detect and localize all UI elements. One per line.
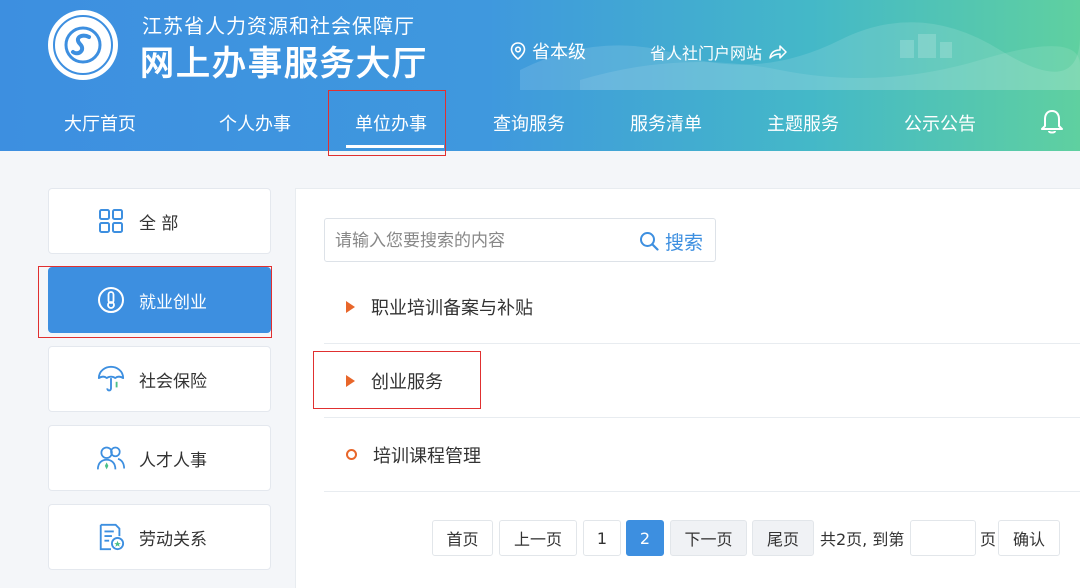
org-title: 网上办事服务大厅 — [140, 44, 428, 84]
search-button-label: 搜索 — [664, 231, 703, 254]
search-box: 搜索 — [324, 218, 716, 262]
search-icon — [639, 232, 659, 251]
sidebar-item-label: 社会保险 — [139, 371, 207, 392]
grid-icon — [97, 207, 125, 235]
pagination-summary: 共2页, 到第 — [820, 530, 905, 549]
sidebar-item-labor[interactable]: 劳动关系 — [48, 504, 271, 570]
landscape-decoration — [520, 22, 1080, 90]
sidebar-item-label: 全 部 — [139, 213, 179, 234]
sidebar-item-social-insurance[interactable]: 社会保险 — [48, 346, 271, 412]
nav-notice[interactable]: 公示公告 — [880, 95, 1000, 151]
page-button[interactable]: 1 — [583, 520, 621, 556]
location-pin-icon — [510, 42, 526, 60]
nav-service-list[interactable]: 服务清单 — [606, 95, 726, 151]
highlight-nav-unit — [328, 90, 446, 156]
share-arrow-icon — [769, 45, 787, 59]
nav-home[interactable]: 大厅首页 — [40, 95, 160, 151]
sidebar-item-all[interactable]: 全 部 — [48, 188, 271, 254]
bell-icon[interactable] — [1038, 108, 1066, 136]
search-button[interactable]: 搜索 — [639, 227, 703, 255]
page-button-current[interactable]: 2 — [626, 520, 664, 556]
document-badge-icon — [97, 523, 125, 551]
last-page-button[interactable]: 尾页 — [752, 520, 814, 556]
main-nav: 大厅首页 个人办事 单位办事 查询服务 服务清单 主题服务 公示公告 — [0, 95, 1080, 151]
highlight-list-item — [313, 351, 481, 409]
location-label: 省本级 — [532, 42, 586, 63]
header-banner: 江苏省人力资源和社会保障厅 网上办事服务大厅 省本级 省人社门户网站 大厅首页 … — [0, 0, 1080, 151]
logo-emblem-icon — [64, 26, 102, 64]
highlight-sidebar-employment — [38, 266, 272, 338]
portal-link-label: 省人社门户网站 — [650, 44, 763, 63]
nav-query[interactable]: 查询服务 — [469, 95, 589, 151]
expand-triangle-icon — [346, 300, 355, 313]
org-subtitle: 江苏省人力资源和社会保障厅 — [142, 14, 415, 38]
location-selector[interactable]: 省本级 — [510, 38, 586, 64]
list-item[interactable]: 职业培训备案与补贴 — [324, 270, 1080, 344]
logo — [48, 10, 118, 80]
next-page-button[interactable]: 下一页 — [670, 520, 747, 556]
goto-page-input[interactable] — [910, 520, 976, 556]
search-input[interactable] — [335, 228, 625, 254]
nav-personal[interactable]: 个人办事 — [195, 95, 315, 151]
portal-link[interactable]: 省人社门户网站 — [650, 40, 788, 64]
list-item-label: 职业培训备案与补贴 — [371, 297, 533, 319]
sidebar-item-label: 劳动关系 — [139, 529, 207, 550]
people-icon — [97, 444, 125, 472]
prev-page-button[interactable]: 上一页 — [499, 520, 577, 556]
list-item[interactable]: 培训课程管理 — [324, 418, 1080, 492]
page-unit-label: 页 — [980, 530, 997, 549]
confirm-button[interactable]: 确认 — [998, 520, 1060, 556]
nav-theme[interactable]: 主题服务 — [743, 95, 863, 151]
circle-bullet-icon — [346, 449, 357, 460]
umbrella-icon — [97, 365, 125, 393]
first-page-button[interactable]: 首页 — [432, 520, 493, 556]
sidebar-item-talent[interactable]: 人才人事 — [48, 425, 271, 491]
sidebar-item-label: 人才人事 — [139, 450, 207, 471]
list-item-label: 培训课程管理 — [373, 445, 481, 467]
